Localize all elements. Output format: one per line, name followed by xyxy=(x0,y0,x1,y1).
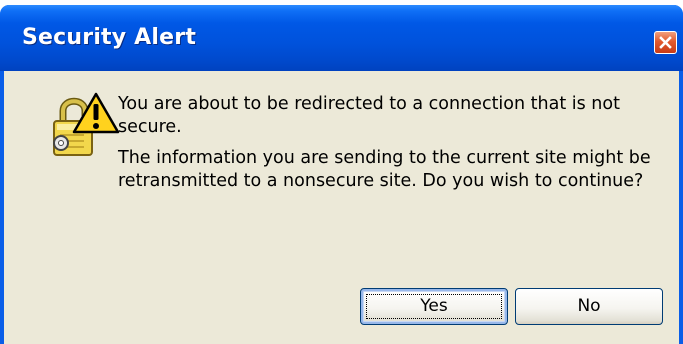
no-button[interactable]: No xyxy=(515,288,663,325)
dialog-title: Security Alert xyxy=(22,25,197,50)
security-alert-dialog: Security Alert You are about to be redir… xyxy=(0,5,683,344)
yes-button[interactable]: Yes xyxy=(360,288,508,325)
yes-button-label: Yes xyxy=(420,296,448,316)
title-bar[interactable]: Security Alert xyxy=(0,5,683,71)
close-icon xyxy=(659,36,672,49)
close-button[interactable] xyxy=(654,31,677,54)
message-redirect: You are about to be redirected to a conn… xyxy=(118,94,620,137)
alert-message: You are about to be redirected to a conn… xyxy=(118,93,678,193)
lock-warning-icon xyxy=(53,92,120,156)
message-retransmit: The information you are sending to the c… xyxy=(118,148,651,191)
dialog-body: You are about to be redirected to a conn… xyxy=(4,71,679,344)
no-button-label: No xyxy=(577,296,601,316)
